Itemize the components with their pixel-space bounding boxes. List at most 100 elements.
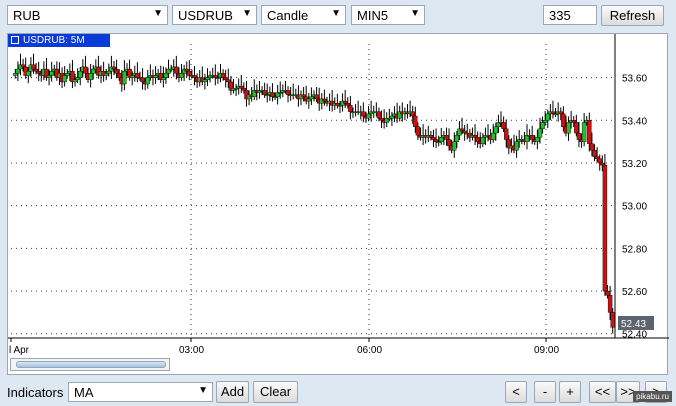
candle-body bbox=[592, 149, 597, 157]
indicator-value: MA bbox=[74, 385, 94, 400]
candle-body bbox=[226, 79, 231, 83]
candle-body bbox=[379, 117, 384, 121]
candle-body bbox=[62, 75, 67, 83]
candle-body bbox=[335, 103, 340, 106]
restore-icon[interactable] bbox=[11, 36, 19, 44]
candle-body bbox=[540, 122, 545, 130]
candle-body bbox=[145, 77, 150, 85]
indicator-select[interactable]: MA ▼ bbox=[68, 382, 213, 402]
candle-body bbox=[571, 120, 576, 123]
candle-body bbox=[413, 115, 418, 127]
candle-body bbox=[576, 132, 582, 140]
candle-body bbox=[116, 73, 122, 78]
candle-body bbox=[309, 96, 314, 100]
interval-value: MIN5 bbox=[357, 8, 389, 23]
candle-body bbox=[602, 164, 608, 292]
candle-body bbox=[114, 68, 119, 74]
zoom-in-button[interactable]: + bbox=[559, 381, 581, 403]
candle-body bbox=[589, 143, 595, 151]
candle-body bbox=[111, 66, 117, 70]
candlestick-chart[interactable]: 53.60 53.40 53.20 53.00 52.80 52.60 52.40 l Apr… bbox=[8, 34, 669, 376]
chevron-down-icon: ▼ bbox=[331, 8, 341, 19]
currency-value: RUB bbox=[13, 8, 41, 23]
candle-body bbox=[88, 73, 93, 80]
candle-body bbox=[322, 98, 327, 102]
candle-body bbox=[561, 113, 566, 127]
candle-body bbox=[535, 137, 540, 142]
candle-body bbox=[501, 122, 506, 130]
pair-select[interactable]: USDRUB ▼ bbox=[172, 5, 257, 25]
clear-indicators-button[interactable]: Clear bbox=[253, 381, 298, 403]
chart-title-tag: USDRUB: 5M bbox=[8, 34, 110, 47]
candle-body bbox=[581, 122, 587, 142]
candle-body bbox=[410, 111, 415, 117]
chart-scrollbar[interactable] bbox=[10, 358, 170, 371]
chart-panel: 53.60 53.40 53.20 53.00 52.80 52.60 52.40 l Apr… bbox=[7, 33, 669, 376]
candle-body bbox=[301, 94, 306, 98]
candle-body bbox=[184, 68, 189, 72]
currency-select[interactable]: RUB ▼ bbox=[7, 5, 168, 25]
candle-body bbox=[600, 162, 605, 166]
chevron-down-icon: ▼ bbox=[410, 8, 420, 19]
candle-body bbox=[15, 68, 21, 74]
candle-body bbox=[153, 75, 158, 78]
candle-body bbox=[241, 88, 247, 91]
candle-body bbox=[345, 103, 350, 106]
candle-body bbox=[605, 290, 610, 296]
y-tick-label: 53.40 bbox=[622, 116, 647, 127]
x-tick-label: 03:00 bbox=[179, 345, 204, 356]
interval-select[interactable]: MIN5 ▼ bbox=[351, 5, 425, 25]
scroll-left-button[interactable]: < bbox=[505, 381, 527, 403]
toolbar: RUB ▼ USDRUB ▼ Candle ▼ MIN5 ▼ 335 Refre… bbox=[0, 0, 676, 30]
candle-body bbox=[91, 68, 96, 74]
candle-body bbox=[439, 137, 444, 142]
candle-body bbox=[179, 73, 184, 78]
indicators-label: Indicators bbox=[7, 385, 64, 400]
candle-body bbox=[75, 77, 80, 80]
y-tick-label: 53.20 bbox=[622, 159, 647, 170]
candle-body bbox=[610, 312, 615, 328]
candle-body bbox=[566, 122, 571, 134]
y-tick-label: 53.00 bbox=[622, 202, 647, 213]
zoom-out-button[interactable]: - bbox=[534, 381, 556, 403]
candle-body bbox=[140, 77, 145, 83]
scrollbar-thumb[interactable] bbox=[16, 361, 166, 368]
y-tick-label: 52.60 bbox=[622, 287, 647, 298]
candle-body bbox=[514, 141, 519, 151]
candle-body bbox=[587, 120, 592, 144]
candle-body bbox=[220, 73, 226, 78]
chevron-down-icon: ▼ bbox=[153, 8, 163, 19]
candle-body bbox=[122, 71, 127, 85]
candle-body bbox=[558, 111, 563, 115]
candle-body bbox=[431, 137, 436, 140]
candle-body bbox=[428, 135, 434, 138]
chart-type-select[interactable]: Candle ▼ bbox=[261, 5, 346, 25]
candle-body bbox=[545, 113, 550, 121]
bars-count-input[interactable]: 335 bbox=[543, 5, 597, 25]
candle-body bbox=[361, 111, 366, 117]
candle-body bbox=[31, 64, 36, 70]
candle-body bbox=[36, 71, 41, 74]
chart-type-value: Candle bbox=[267, 8, 309, 23]
refresh-button[interactable]: Refresh bbox=[601, 5, 664, 26]
candle-body bbox=[493, 126, 499, 134]
candle-body bbox=[504, 128, 509, 140]
rewind-button[interactable]: << bbox=[589, 381, 616, 403]
candles bbox=[13, 53, 615, 334]
candle-body bbox=[174, 66, 179, 74]
candle-body bbox=[472, 135, 478, 138]
x-tick-label: l Apr bbox=[9, 345, 30, 356]
candle-body bbox=[491, 132, 496, 140]
candle-body bbox=[270, 92, 275, 98]
candle-body bbox=[192, 75, 197, 78]
add-indicator-button[interactable]: Add bbox=[216, 381, 249, 403]
candle-body bbox=[65, 73, 70, 76]
chart-title: USDRUB: 5M bbox=[23, 35, 85, 46]
candle-body bbox=[239, 85, 244, 89]
candle-body bbox=[262, 90, 267, 95]
candle-body bbox=[415, 126, 421, 136]
pair-value: USDRUB bbox=[178, 8, 233, 23]
candle-body bbox=[187, 71, 192, 76]
candle-body bbox=[314, 94, 319, 100]
candle-body bbox=[13, 73, 18, 76]
